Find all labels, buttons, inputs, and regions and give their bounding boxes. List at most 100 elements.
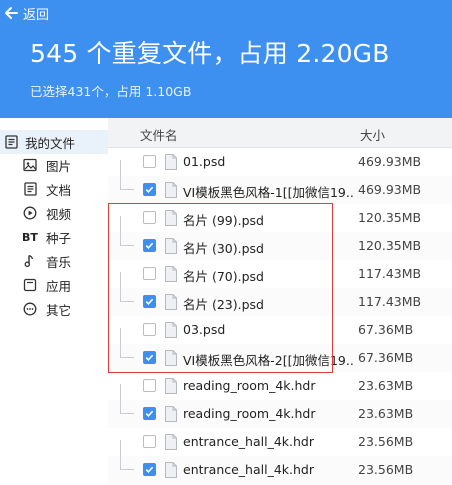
file-name: 名片 (23).psd [183,297,264,312]
document-icon [21,180,39,198]
file-icon [165,294,177,310]
file-icon [165,406,177,422]
sidebar-item-label: 文档 [46,182,72,198]
file-icon [165,238,177,254]
file-size: 67.36MB [358,350,414,365]
checkbox[interactable] [143,435,156,448]
table-row[interactable]: VI模板黑色风格-2[[加微信19... 67.36MB [108,344,452,372]
checkbox-checked[interactable] [143,407,156,420]
file-name: entrance_hall_4k.hdr [183,462,314,477]
file-icon [165,350,177,366]
checkbox[interactable] [143,267,156,280]
sidebar-item-label: 应用 [46,278,72,294]
table-row[interactable]: 名片 (30).psd 120.35MB [108,232,452,260]
sidebar-item-label: 视频 [46,206,72,222]
sidebar-item-label: 我的文件 [25,135,76,151]
file-size: 117.43MB [358,294,422,309]
back-button[interactable]: 返回 [4,4,50,23]
sidebar: 我的文件 图片 文档 视频 BT 种子 音乐 应用 其它 [0,118,108,485]
checkmark-icon [145,298,154,305]
table-row[interactable]: 01.psd 469.93MB [108,148,452,190]
checkbox[interactable] [143,211,156,224]
duplicate-file-list: 01.psd 469.93MB VI模板黑色风格-1[[加微信19... 469.93… [108,148,452,485]
table-row[interactable]: VI模板黑色风格-1[[加微信19... 469.93MB [108,176,452,204]
arrow-left-icon [4,6,18,20]
file-name: 名片 (30).psd [183,241,264,256]
checkbox-checked[interactable] [143,239,156,252]
table-row[interactable]: 名片 (23).psd 117.43MB [108,288,452,316]
checkbox[interactable] [143,323,156,336]
sidebar-item-torrents[interactable]: BT 种子 [0,225,108,249]
file-size: 23.63MB [358,378,414,393]
file-size: 120.35MB [358,238,422,253]
file-name: entrance_hall_4k.hdr [183,434,314,449]
checkmark-icon [145,466,154,473]
file-name: VI模板黑色风格-1[[加微信19... [183,185,355,200]
music-note-icon [21,252,39,270]
checkmark-icon [145,410,154,417]
table-row[interactable]: entrance_hall_4k.hdr 23.56MB [108,428,452,470]
table-row[interactable]: reading_room_4k.hdr 23.63MB [108,372,452,414]
file-icon [165,266,177,282]
back-label: 返回 [23,7,50,23]
tree-connector [120,176,134,190]
file-size: 469.93MB [358,182,422,197]
file-name: VI模板黑色风格-2[[加微信19... [183,353,355,368]
checkbox-checked[interactable] [143,295,156,308]
document-icon [2,133,20,151]
file-icon [165,322,177,338]
tree-connector [120,232,134,246]
checkbox-checked[interactable] [143,463,156,476]
tree-connector [120,400,134,414]
selection-summary: 已选择431个，占用 1.10GB [30,84,192,99]
more-icon [21,300,39,318]
checkmark-icon [145,186,154,193]
bt-icon: BT [22,230,38,244]
column-header-name[interactable]: 文件名 [140,125,178,144]
table-row[interactable]: 名片 (99).psd 120.35MB [108,204,452,246]
sidebar-item-apps[interactable]: 应用 [0,273,108,297]
tree-connector [120,456,134,470]
sidebar-item-other[interactable]: 其它 [0,297,108,321]
table-row[interactable]: reading_room_4k.hdr 23.63MB [108,400,452,428]
table-header: 文件名 大小 [108,118,452,148]
file-icon [165,154,177,170]
file-name: 03.psd [183,322,226,337]
file-name: 名片 (70).psd [183,269,264,284]
checkbox-checked[interactable] [143,351,156,364]
file-size: 23.56MB [358,462,414,477]
file-size: 117.43MB [358,266,422,281]
sidebar-item-music[interactable]: 音乐 [0,249,108,273]
sidebar-item-my-files[interactable]: 我的文件 [0,130,108,154]
file-icon [165,434,177,450]
table-row[interactable]: 名片 (70).psd 117.43MB [108,260,452,302]
table-row[interactable]: entrance_hall_4k.hdr 23.56MB [108,456,452,484]
tree-connector [120,344,134,358]
header-banner: 返回 545 个重复文件，占用 2.20GB 已选择431个，占用 1.10GB [0,0,452,118]
checkmark-icon [145,354,154,361]
checkbox[interactable] [143,155,156,168]
column-header-size[interactable]: 大小 [360,125,385,144]
sidebar-item-label: 其它 [46,302,72,318]
file-icon [165,182,177,198]
checkbox[interactable] [143,379,156,392]
checkmark-icon [145,242,154,249]
file-size: 67.36MB [358,322,414,337]
file-name: reading_room_4k.hdr [183,378,316,393]
file-icon [165,378,177,394]
image-icon [21,156,39,174]
sidebar-item-images[interactable]: 图片 [0,153,108,177]
file-name: 01.psd [183,154,226,169]
page-title: 545 个重复文件，占用 2.20GB [30,39,390,68]
checkbox-checked[interactable] [143,183,156,196]
sidebar-item-label: 音乐 [46,254,72,270]
sidebar-item-label: 图片 [46,158,72,174]
file-icon [165,210,177,226]
sidebar-item-videos[interactable]: 视频 [0,201,108,225]
file-size: 469.93MB [358,154,422,169]
table-row[interactable]: 03.psd 67.36MB [108,316,452,358]
file-icon [165,462,177,478]
sidebar-item-documents[interactable]: 文档 [0,177,108,201]
file-name: reading_room_4k.hdr [183,406,316,421]
sidebar-item-label: 种子 [46,230,72,246]
